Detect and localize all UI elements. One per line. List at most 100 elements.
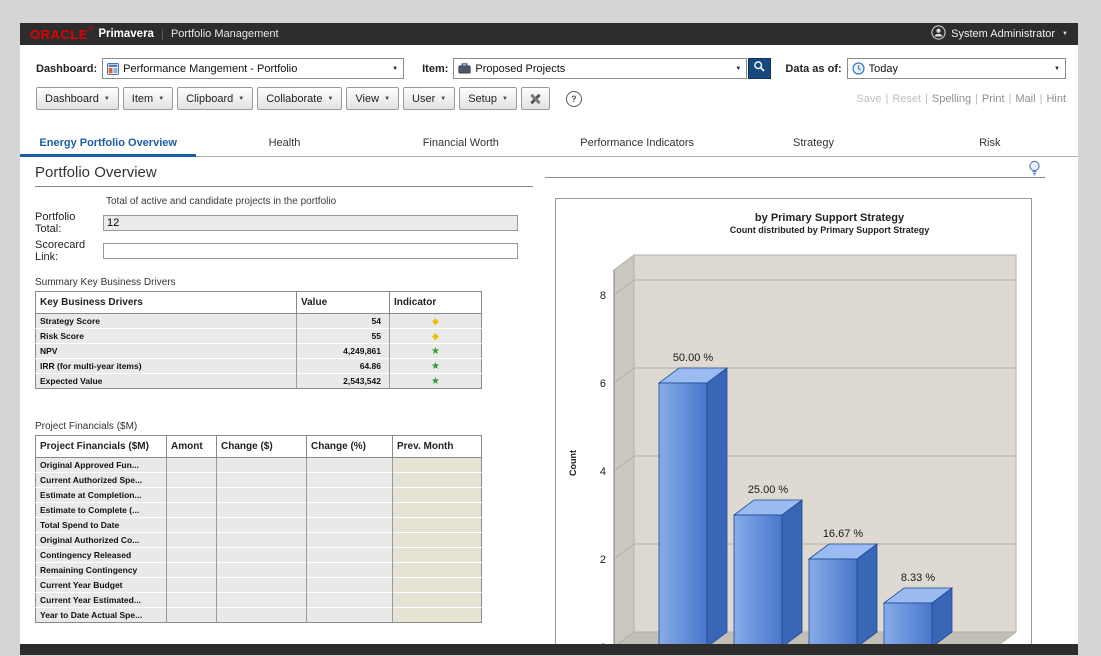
bar[interactable] bbox=[884, 588, 952, 644]
scorecard-link-input[interactable] bbox=[103, 243, 518, 259]
table-row[interactable]: Current Year Estimated... bbox=[36, 593, 482, 608]
financial-cell bbox=[217, 563, 307, 578]
financial-cell bbox=[167, 488, 217, 503]
financial-cell bbox=[167, 533, 217, 548]
chevron-down-icon[interactable]: ▼ bbox=[1049, 66, 1065, 72]
financial-cell bbox=[167, 518, 217, 533]
tab-strategy[interactable]: Strategy bbox=[725, 132, 901, 156]
financial-cell bbox=[167, 503, 217, 518]
mail-link[interactable]: Mail bbox=[1015, 93, 1035, 105]
chevron-down-icon: ▼ bbox=[440, 96, 446, 102]
tools-button[interactable] bbox=[521, 87, 550, 110]
financial-cell bbox=[393, 458, 482, 473]
financial-row-label: Remaining Contingency bbox=[36, 563, 167, 578]
help-button[interactable]: ? bbox=[564, 88, 584, 109]
financial-cell bbox=[217, 488, 307, 503]
item-label: Item: bbox=[422, 63, 448, 75]
column-header[interactable]: Project Financials ($M) bbox=[36, 436, 167, 458]
divider bbox=[162, 29, 163, 40]
financial-cell bbox=[307, 533, 393, 548]
divider bbox=[545, 177, 1045, 178]
separator: | bbox=[885, 93, 888, 105]
table-row[interactable]: Expected Value2,543,542★ bbox=[36, 374, 482, 389]
bar[interactable] bbox=[809, 544, 877, 644]
reset-link[interactable]: Reset bbox=[892, 93, 921, 105]
menu-label: Setup bbox=[468, 93, 497, 105]
column-header[interactable]: Change (%) bbox=[307, 436, 393, 458]
table-row[interactable]: Risk Score55◆ bbox=[36, 329, 482, 344]
search-button[interactable] bbox=[748, 58, 771, 79]
column-header[interactable]: Indicator bbox=[390, 292, 482, 314]
item-value: Proposed Projects bbox=[475, 63, 730, 75]
menu-clipboard-button[interactable]: Clipboard▼ bbox=[177, 87, 253, 110]
financial-cell bbox=[167, 458, 217, 473]
table-row[interactable]: Original Authorized Co... bbox=[36, 533, 482, 548]
financial-cell bbox=[217, 518, 307, 533]
save-link[interactable]: Save bbox=[856, 93, 881, 105]
table-row[interactable]: Current Year Budget bbox=[36, 578, 482, 593]
chart-panel: by Primary Support Strategy Count distri… bbox=[545, 157, 1045, 644]
spelling-link[interactable]: Spelling bbox=[932, 93, 971, 105]
financial-cell bbox=[217, 608, 307, 623]
svg-text:4: 4 bbox=[600, 466, 606, 478]
menu-collaborate-button[interactable]: Collaborate▼ bbox=[257, 87, 342, 110]
portfolio-total-input[interactable] bbox=[103, 215, 518, 231]
financial-cell bbox=[307, 503, 393, 518]
table-row[interactable]: IRR (for multi-year items)64.86★ bbox=[36, 359, 482, 374]
menu-label: Clipboard bbox=[186, 93, 233, 105]
financial-cell bbox=[307, 518, 393, 533]
financial-cell bbox=[393, 473, 482, 488]
table-row[interactable]: Year to Date Actual Spe... bbox=[36, 608, 482, 623]
tab-performance-indicators[interactable]: Performance Indicators bbox=[549, 132, 725, 156]
bar[interactable] bbox=[734, 500, 802, 644]
tab-health[interactable]: Health bbox=[196, 132, 372, 156]
financial-cell bbox=[217, 548, 307, 563]
chevron-down-icon[interactable]: ▼ bbox=[730, 66, 746, 72]
svg-text:6: 6 bbox=[600, 378, 606, 390]
table-row[interactable]: Strategy Score54◆ bbox=[36, 314, 482, 329]
menu-user-button[interactable]: User▼ bbox=[403, 87, 455, 110]
menu-setup-button[interactable]: Setup▼ bbox=[459, 87, 517, 110]
table-row[interactable]: Estimate at Completion... bbox=[36, 488, 482, 503]
table-row[interactable]: Estimate to Complete (... bbox=[36, 503, 482, 518]
column-header[interactable]: Amont bbox=[167, 436, 217, 458]
item-select[interactable]: Proposed Projects ▼ bbox=[453, 58, 747, 79]
chevron-down-icon[interactable]: ▼ bbox=[387, 66, 403, 72]
user-menu[interactable]: System Administrator ▼ bbox=[931, 25, 1068, 43]
tab-energy-portfolio-overview[interactable]: Energy Portfolio Overview bbox=[20, 132, 196, 156]
driver-value: 4,249,861 bbox=[297, 344, 390, 359]
financials-table: Project Financials ($M) Amont Change ($)… bbox=[35, 435, 482, 623]
tab-financial-worth[interactable]: Financial Worth bbox=[373, 132, 549, 156]
column-header[interactable]: Key Business Drivers bbox=[36, 292, 297, 314]
column-header[interactable]: Value bbox=[297, 292, 390, 314]
driver-value: 2,543,542 bbox=[297, 374, 390, 389]
menu-dashboard-button[interactable]: Dashboard▼ bbox=[36, 87, 119, 110]
app-header: ORACLE ® Primavera Portfolio Management … bbox=[20, 23, 1078, 45]
financial-cell bbox=[393, 518, 482, 533]
bar[interactable] bbox=[659, 368, 727, 644]
bar-label: 8.33 % bbox=[901, 572, 935, 584]
menu-label: Dashboard bbox=[45, 93, 99, 105]
financial-row-label: Total Spend to Date bbox=[36, 518, 167, 533]
dashboard-select[interactable]: Performance Mangement - Portfolio ▼ bbox=[102, 58, 404, 79]
table-row[interactable]: Current Authorized Spe... bbox=[36, 473, 482, 488]
driver-indicator-cell: ◆ bbox=[390, 314, 482, 329]
menu-item-button[interactable]: Item▼ bbox=[123, 87, 173, 110]
table-row[interactable]: NPV4,249,861★ bbox=[36, 344, 482, 359]
table-row[interactable]: Total Spend to Date bbox=[36, 518, 482, 533]
hint-bulb-icon[interactable] bbox=[1028, 160, 1041, 182]
table-row[interactable]: Original Approved Fun... bbox=[36, 458, 482, 473]
tab-risk[interactable]: Risk bbox=[902, 132, 1078, 156]
hint-link[interactable]: Hint bbox=[1046, 93, 1066, 105]
column-header[interactable]: Change ($) bbox=[217, 436, 307, 458]
table-row[interactable]: Remaining Contingency bbox=[36, 563, 482, 578]
financial-cell bbox=[307, 563, 393, 578]
financial-row-label: Original Authorized Co... bbox=[36, 533, 167, 548]
table-row[interactable]: Contingency Released bbox=[36, 548, 482, 563]
data-as-of-select[interactable]: Today ▼ bbox=[847, 58, 1066, 79]
kbd-table-body: Strategy Score54◆Risk Score55◆NPV4,249,8… bbox=[36, 314, 482, 389]
dashboard-icon bbox=[107, 63, 119, 75]
print-link[interactable]: Print bbox=[982, 93, 1005, 105]
column-header[interactable]: Prev. Month bbox=[393, 436, 482, 458]
menu-view-button[interactable]: View▼ bbox=[346, 87, 399, 110]
